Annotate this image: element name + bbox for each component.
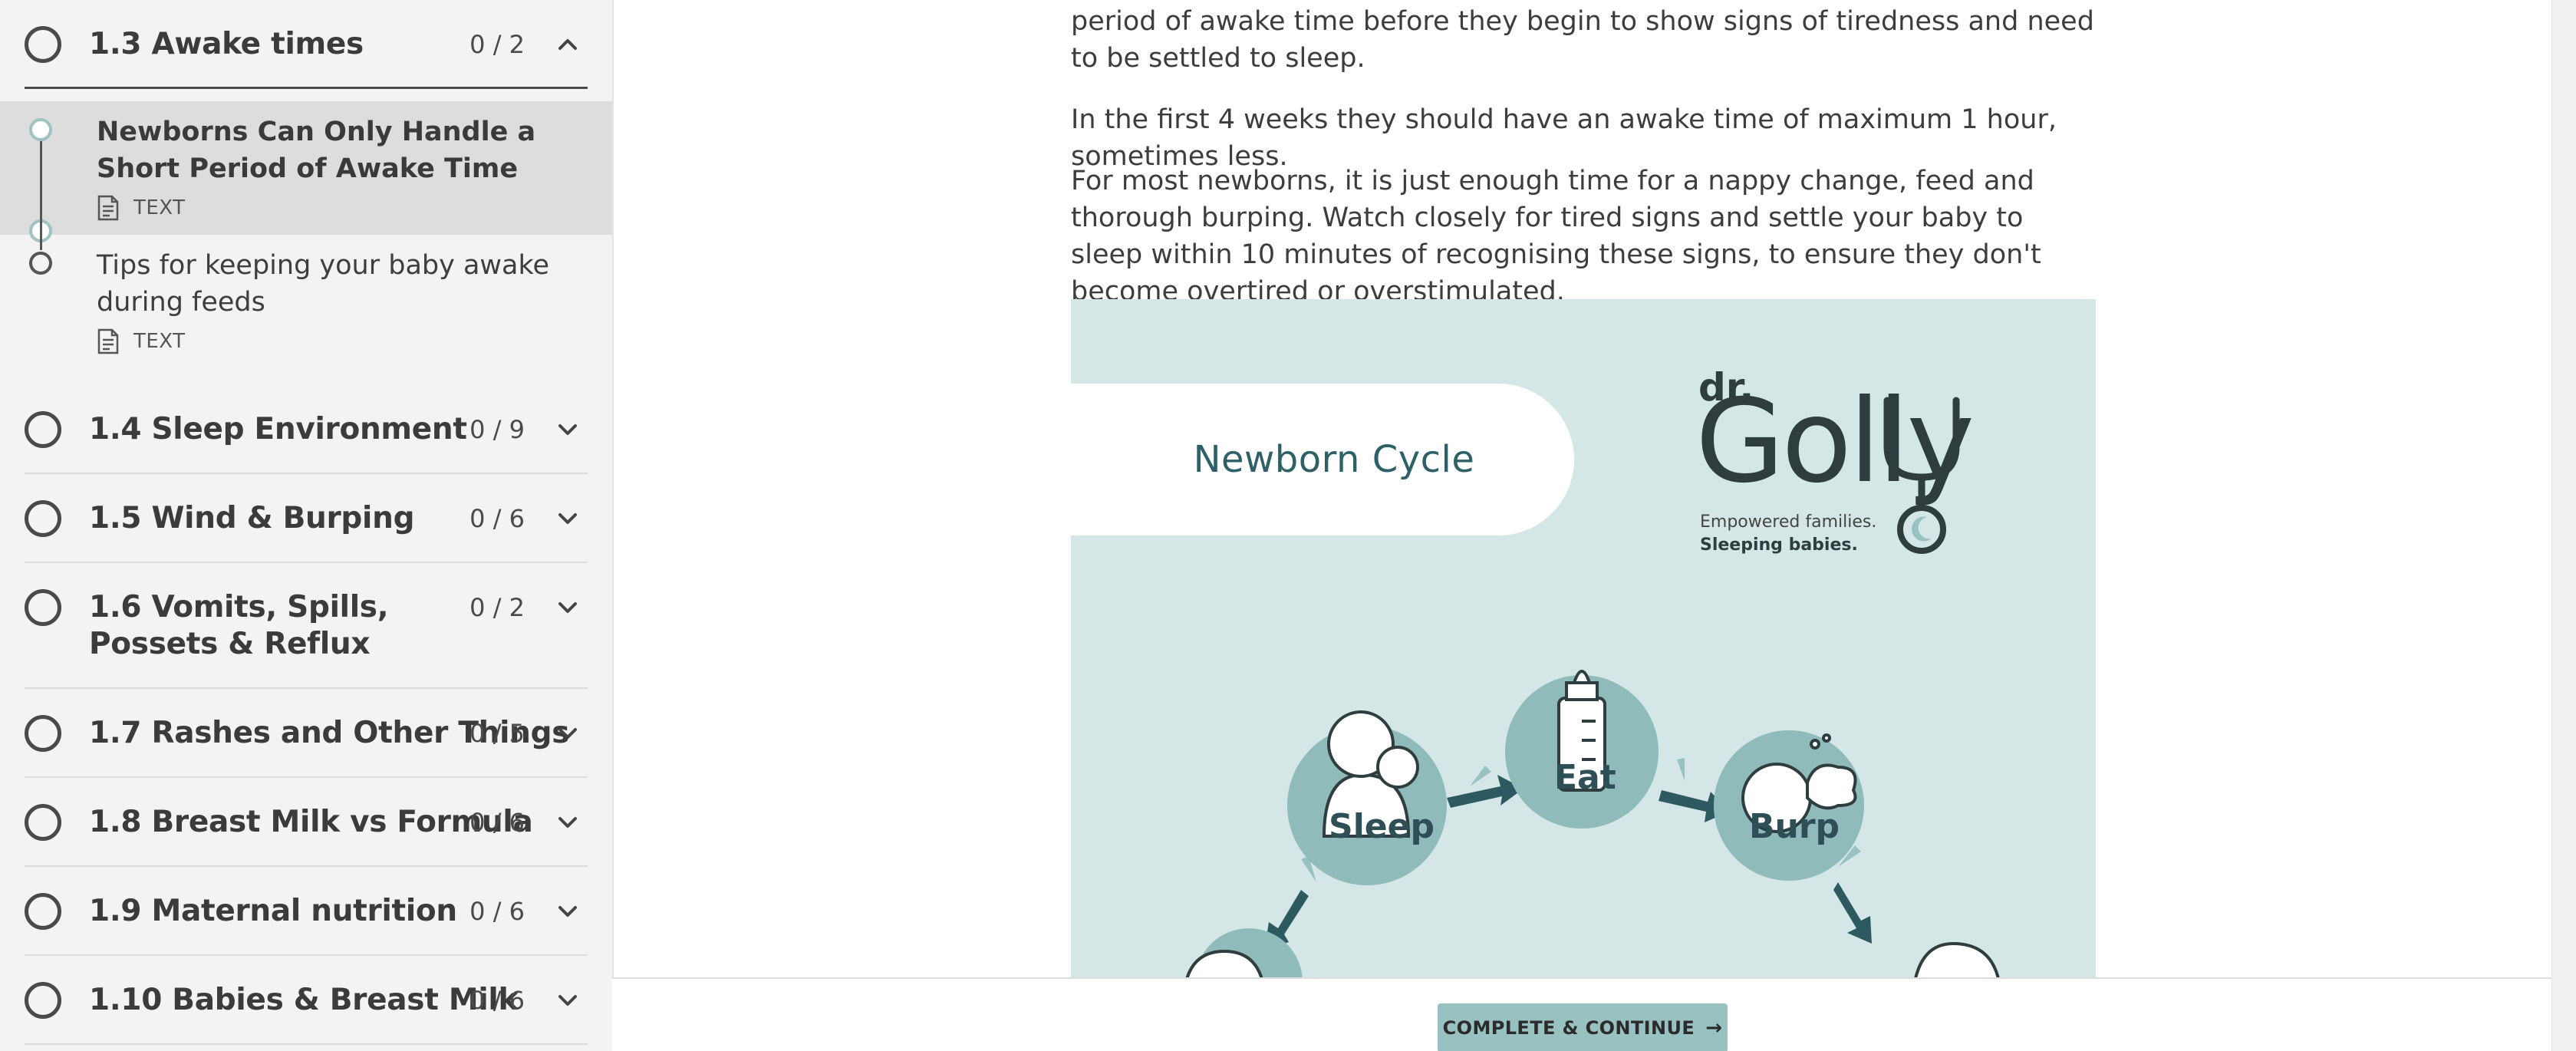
section-title: 1.10 Babies & Breast Milk <box>89 983 519 1017</box>
document-icon <box>97 195 119 221</box>
chevron-down-icon[interactable] <box>552 414 583 445</box>
chevron-down-icon[interactable] <box>552 503 583 534</box>
lesson-item-active[interactable]: Newborns Can Only Handle a Short Period … <box>0 101 612 242</box>
lesson-paragraph-3: For most newborns, it is just enough tim… <box>1071 166 2041 307</box>
section-progress-circle <box>25 500 61 537</box>
lesson-status-dot <box>29 252 52 275</box>
section-title: 1.5 Wind & Burping <box>89 501 415 535</box>
section-title: 1.8 Breast Milk vs Formula <box>89 805 533 839</box>
section-title: 1.3 Awake times <box>89 27 364 61</box>
arrow-right-icon: → <box>1705 1016 1723 1039</box>
chevron-down-icon[interactable] <box>552 592 583 623</box>
chevron-down-icon[interactable] <box>552 896 583 927</box>
section-header-1-8[interactable]: 1.8 Breast Milk vs Formula 0 / 6 <box>25 778 588 867</box>
lesson-title: Tips for keeping your baby awake during … <box>97 250 550 318</box>
node-label-eat: Eat <box>1554 758 1616 797</box>
section-header-1-7[interactable]: 1.7 Rashes and Other Things 0 / 5 <box>25 689 588 778</box>
course-sidebar: 1.3 Awake times 0 / 2 Newborns Can Only … <box>0 0 612 1051</box>
chevron-down-icon[interactable] <box>552 718 583 749</box>
section-header-1-6[interactable]: 1.6 Vomits, Spills, Possets & Reflux 0 /… <box>25 563 588 689</box>
section-progress-count: 0 / 2 <box>469 593 525 622</box>
section-progress-count: 0 / 6 <box>469 504 525 533</box>
section-progress-count: 0 / 2 <box>469 30 525 59</box>
lesson-status-dot-current <box>29 118 52 141</box>
chevron-up-icon[interactable] <box>552 29 583 60</box>
lesson-content-area: period of awake time before they begin t… <box>612 0 2551 1051</box>
section-progress-circle <box>25 893 61 930</box>
section-progress-count: 0 / 6 <box>469 986 525 1015</box>
lesson-paragraph-1: period of awake time before they begin t… <box>1071 6 2094 74</box>
lesson-footer-bar: COMPLETE & CONTINUE → <box>612 977 2551 1051</box>
section-title: 1.9 Maternal nutrition <box>89 894 457 928</box>
section-progress-circle <box>25 715 61 752</box>
chevron-down-icon[interactable] <box>552 807 583 838</box>
page-scrollbar[interactable] <box>2551 0 2576 1051</box>
lesson-title: Newborns Can Only Handle a Short Period … <box>97 117 536 184</box>
lesson-type: TEXT <box>97 195 581 221</box>
section-progress-circle <box>25 804 61 841</box>
section-progress-count: 0 / 5 <box>469 719 525 748</box>
section-header-1-10[interactable]: 1.10 Babies & Breast Milk 0 / 6 <box>25 956 588 1045</box>
section-header-1-5[interactable]: 1.5 Wind & Burping 0 / 6 <box>25 474 588 563</box>
cycle-diagram <box>1184 670 2001 982</box>
section-header-1-4[interactable]: 1.4 Sleep Environment 0 / 9 <box>25 385 588 474</box>
cycle-title: Newborn Cycle <box>1193 438 1475 481</box>
chevron-down-icon[interactable] <box>552 985 583 1016</box>
document-icon <box>97 328 119 354</box>
lesson-connector-line <box>40 129 42 250</box>
dr-golly-logo: dr. Golly Empowered families. Sleeping b… <box>1695 365 1975 555</box>
section-progress-circle <box>25 982 61 1019</box>
section-title: 1.6 Vomits, Spills, Possets & Reflux <box>89 590 389 661</box>
section-progress-circle <box>25 411 61 448</box>
newborn-cycle-infographic: Newborn Cycle dr. Golly Empowered famili… <box>1071 299 2096 982</box>
lesson-type: TEXT <box>97 328 581 354</box>
node-label-sleep: Sleep <box>1329 807 1435 846</box>
section-progress-count: 0 / 6 <box>469 897 525 926</box>
complete-and-continue-button[interactable]: COMPLETE & CONTINUE → <box>1438 1003 1728 1051</box>
cycle-title-banner: Newborn Cycle <box>1071 384 1574 535</box>
section-title: 1.4 Sleep Environment <box>89 412 467 446</box>
section-header-1-9[interactable]: 1.9 Maternal nutrition 0 / 6 <box>25 867 588 956</box>
lesson-item[interactable]: Tips for keeping your baby awake during … <box>0 235 612 385</box>
node-label-burp: Burp <box>1749 807 1840 846</box>
stethoscope-icon <box>1883 397 1960 554</box>
section-progress-count: 0 / 9 <box>469 415 525 444</box>
section-progress-circle <box>25 26 61 63</box>
section-progress-count: 0 / 6 <box>469 808 525 837</box>
section-progress-circle <box>25 589 61 626</box>
section-header-1-3[interactable]: 1.3 Awake times 0 / 2 <box>25 0 588 89</box>
